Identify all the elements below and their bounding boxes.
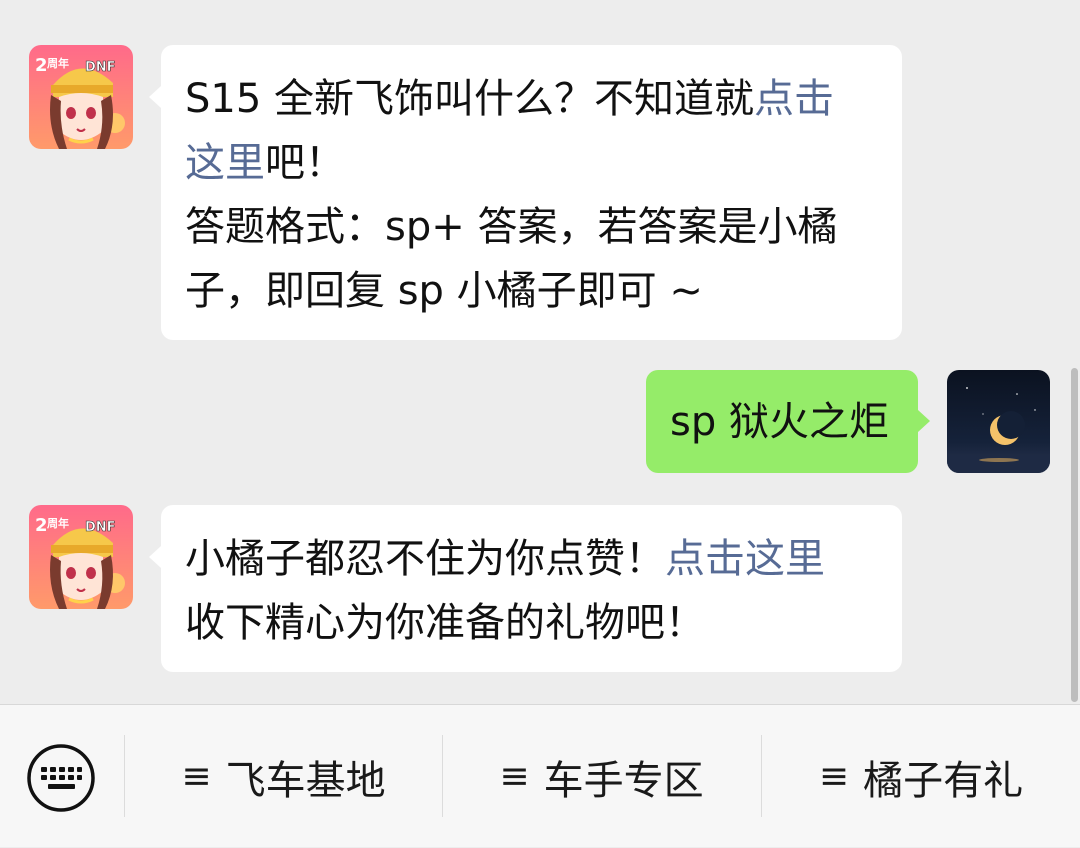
avatar-badge-text: 周年 [47, 56, 69, 70]
menu-item-driver-zone[interactable]: ≡ 车手专区 [443, 705, 760, 848]
message-1-line-2: 这里吧！ [185, 131, 878, 195]
game-avatar[interactable]: 2 周年 DNF [29, 505, 133, 609]
message-link[interactable]: 点击这里 [665, 536, 825, 582]
menu-item-label: 橘子有礼 [863, 757, 1024, 804]
menu-list-icon: ≡ [181, 756, 212, 797]
message-1-line-3: 答题格式：sp+ 答案，若答案是小橘 [185, 195, 878, 259]
user-avatar[interactable] [947, 370, 1050, 473]
avatar-badge-number: 2 [35, 515, 48, 536]
message-text: 小橘子都忍不住为你点赞！ [185, 536, 665, 582]
menu-item-feiche-base[interactable]: ≡ 飞车基地 [125, 705, 442, 848]
avatar-badge-text: 周年 [47, 516, 69, 530]
message-text: sp 狱火之炬 [670, 399, 889, 445]
avatar-badge-dnf: DNF [85, 60, 116, 75]
message-text: 答题格式：sp+ 答案，若答案是小橘 [185, 204, 838, 250]
message-bubble-1[interactable]: S15 全新飞饰叫什么？不知道就点击 这里吧！ 答题格式：sp+ 答案，若答案是… [161, 45, 902, 340]
game-avatar-image: 2 周年 DNF [29, 505, 133, 609]
message-link[interactable]: 点击 [754, 76, 834, 122]
message-text: 子，即回复 sp 小橘子即可 ~ [185, 268, 703, 314]
message-link[interactable]: 这里 [185, 140, 265, 186]
avatar-badge-number: 2 [35, 55, 48, 76]
message-bubble-3[interactable]: 小橘子都忍不住为你点赞！点击这里 收下精心为你准备的礼物吧！ [161, 505, 902, 672]
menu-list-icon: ≡ [499, 756, 530, 797]
message-1-line-4: 子，即回复 sp 小橘子即可 ~ [185, 259, 878, 323]
game-avatar-image: 2 周年 DNF [29, 45, 133, 149]
message-3-line-2: 收下精心为你准备的礼物吧！ [185, 591, 878, 655]
message-text: S15 全新飞饰叫什么？不知道就 [185, 76, 755, 122]
avatar-badge-dnf: DNF [85, 520, 116, 535]
bubble-tail [149, 86, 161, 108]
chat-area: 2 周年 DNF S15 全新飞饰叫什么？不知道就点击 这里吧！ 答题格式：sp… [0, 0, 1080, 704]
menu-item-orange-gifts[interactable]: ≡ 橘子有礼 [762, 705, 1080, 848]
scrollbar[interactable] [1071, 368, 1078, 702]
message-text: 收下精心为你准备的礼物吧！ [185, 600, 705, 646]
menu-item-label: 飞车基地 [225, 757, 386, 804]
message-1-line-1: S15 全新飞饰叫什么？不知道就点击 [185, 67, 878, 131]
moon-avatar-image [947, 370, 1050, 473]
message-3-line-1: 小橘子都忍不住为你点赞！点击这里 [185, 527, 878, 591]
game-avatar[interactable]: 2 周年 DNF [29, 45, 133, 149]
message-text: 吧！ [265, 140, 345, 186]
bubble-tail [918, 410, 930, 432]
bottom-menu-bar: ≡ 飞车基地 ≡ 车手专区 ≡ 橘子有礼 [0, 704, 1080, 847]
keyboard-toggle-button[interactable] [26, 743, 96, 813]
menu-list-icon: ≡ [818, 756, 850, 797]
keyboard-icon [27, 744, 95, 812]
menu-item-label: 车手专区 [543, 757, 704, 804]
bubble-tail [149, 546, 161, 568]
message-bubble-2[interactable]: sp 狱火之炬 [646, 370, 918, 473]
